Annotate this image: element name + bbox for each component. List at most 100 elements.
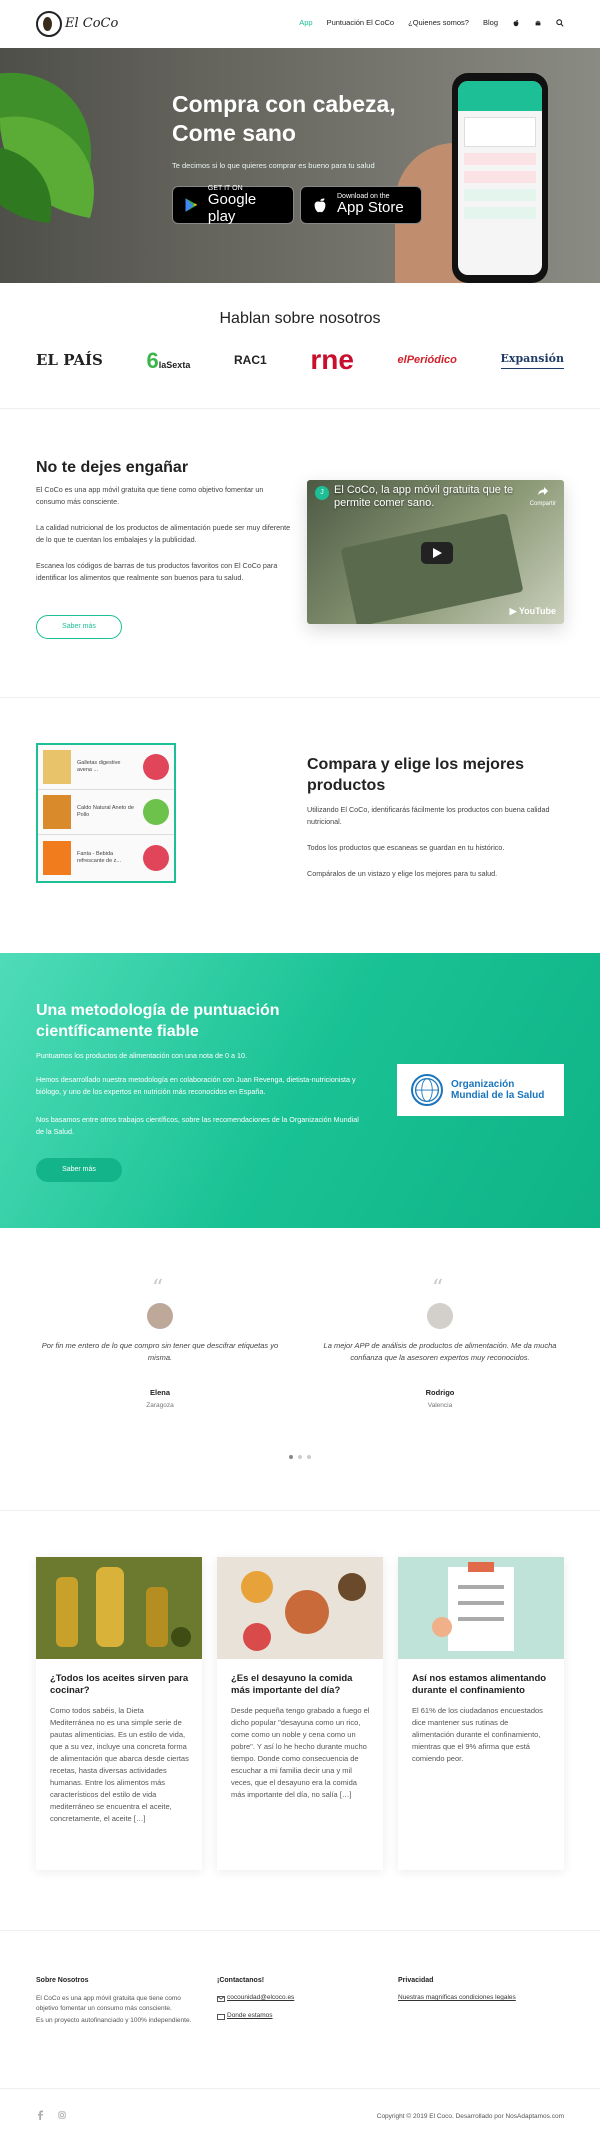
blog-card-title[interactable]: ¿Todos los aceites sirven para cocinar? — [50, 1673, 190, 1698]
phone-screen — [458, 81, 542, 275]
intro-title: No te dejes engañar — [36, 459, 189, 476]
press-logo-rne: rne — [310, 344, 354, 375]
footer-location-link[interactable]: Donde estamos — [227, 2011, 273, 2021]
blog-card-title[interactable]: Así nos estamos alimentando durante el c… — [412, 1673, 552, 1698]
share-icon — [537, 487, 548, 495]
blog-card-title[interactable]: ¿Es el desayuno la comida más importante… — [231, 1673, 371, 1698]
press-logo-elpais: EL PAÍS — [36, 350, 103, 369]
product-row: Galletas digestive avena ... — [38, 745, 174, 790]
blog-card-excerpt: Desde pequeña tengo grabado a fuego el d… — [231, 1706, 370, 1799]
testimonial-quote: La mejor APP de análisis de productos de… — [323, 1341, 557, 1362]
nav-app[interactable]: App — [299, 17, 312, 28]
breakfast-image — [217, 1557, 383, 1659]
product-image — [43, 795, 71, 829]
blog-card[interactable]: ¿Es el desayuno la comida más importante… — [217, 1557, 383, 1870]
search-icon[interactable] — [556, 18, 564, 27]
main-nav: App Puntuación El CoCo ¿Quienes somos? B… — [285, 17, 564, 28]
youtube-logo[interactable]: ▶ YouTube — [510, 605, 556, 619]
method-title: Una metodología de puntuación científica… — [36, 1002, 280, 1040]
compare-paragraph-3: Compáralos de un vistazo y elige los mej… — [307, 869, 498, 878]
apple-icon — [314, 198, 326, 213]
quote-icon: “ — [432, 1276, 444, 1301]
intro-paragraph-3: Escanea los códigos de barras de tus pro… — [36, 561, 278, 582]
footer-contact-title: ¡Contactanos! — [217, 1977, 265, 1984]
score-badge — [143, 799, 169, 825]
blog-card-excerpt: Como todos sabéis, la Dieta Mediterránea… — [50, 1706, 189, 1823]
testimonial-city: Valencia — [427, 1402, 453, 1409]
divider — [0, 408, 600, 409]
compare-screenshot: Galletas digestive avena ... Caldo Natur… — [36, 743, 176, 883]
divider — [0, 2088, 600, 2089]
apple-icon[interactable] — [512, 19, 520, 27]
carousel-dot[interactable] — [298, 1455, 302, 1459]
press-logo-expansion: Expansión — [500, 351, 564, 369]
oil-bottles-image — [36, 1557, 202, 1659]
product-row: Fanta - Bebida refrescante de z... — [38, 835, 174, 880]
avatar — [427, 1303, 453, 1329]
footer-privacy-title: Privacidad — [398, 1977, 434, 1984]
nav-puntuacion[interactable]: Puntuación El CoCo — [327, 17, 395, 28]
nav-quienes-somos[interactable]: ¿Quienes somos? — [408, 17, 469, 28]
intro-paragraph-1: El CoCo es una app móvil gratuita que ti… — [36, 485, 264, 506]
copyright: Copyright © 2019 El Coco. Desarrollado p… — [376, 2113, 564, 2120]
testimonial-quote: Por fin me entero de lo que compro sin t… — [41, 1341, 279, 1362]
compare-paragraph-2: Todos los productos que escaneas se guar… — [307, 843, 505, 852]
android-icon[interactable] — [534, 19, 542, 27]
phone-mockup — [452, 73, 548, 283]
product-image — [43, 840, 71, 875]
testimonial-name: Elena — [149, 1388, 170, 1397]
score-badge — [143, 754, 169, 780]
location-icon — [217, 2014, 225, 2020]
site-header: El CoCo App Puntuación El CoCo ¿Quienes … — [0, 0, 600, 48]
intro-saber-mas-button[interactable]: Saber más — [36, 615, 122, 639]
carousel-dot[interactable] — [289, 1455, 293, 1459]
hero-subtitle: Te decimos si lo que quieres comprar es … — [172, 161, 375, 170]
carousel-dot[interactable] — [307, 1455, 311, 1459]
footer-about-title: Sobre Nosotros — [36, 1977, 89, 1984]
facebook-icon[interactable] — [36, 2110, 44, 2120]
avatar — [147, 1303, 173, 1329]
email-icon — [217, 1996, 225, 2002]
blog-card-excerpt: El 61% de los ciudadanos encuestados dic… — [412, 1706, 543, 1763]
coco-logo-icon — [36, 11, 62, 37]
checklist-illustration — [398, 1557, 564, 1659]
press-logos: EL PAÍS 6laSexta RAC1 rne elPeriódico Ex… — [36, 342, 564, 378]
quote-icon: “ — [152, 1276, 164, 1301]
blog-card[interactable]: Así nos estamos alimentando durante el c… — [398, 1557, 564, 1870]
press-title: Hablan sobre nosotros — [219, 310, 381, 327]
product-image — [43, 750, 71, 784]
footer-about-text-2: Es un proyecto autofinanciado y 100% ind… — [36, 2017, 192, 2024]
footer-about-text: El CoCo es una app móvil gratuita que ti… — [36, 1995, 181, 2013]
divider — [0, 1510, 600, 1511]
nav-blog[interactable]: Blog — [483, 17, 498, 28]
hero-banner: Compra con cabeza, Come sano Te decimos … — [0, 48, 600, 283]
footer-email-link[interactable]: cocounidad@elcoco.es — [227, 1993, 294, 2003]
page: El CoCo App Puntuación El CoCo ¿Quienes … — [0, 0, 600, 2143]
google-play-button[interactable]: GET IT ON Google play — [172, 185, 294, 224]
youtube-video[interactable]: J El CoCo, la app móvil gratuita que te … — [307, 480, 564, 624]
google-play-icon — [185, 198, 198, 212]
hero-title: Compra con cabeza, Come sano — [172, 91, 396, 146]
instagram-icon[interactable] — [58, 2110, 66, 2120]
carousel-dots — [289, 1455, 311, 1459]
app-store-button[interactable]: Download on the App Store — [300, 186, 422, 224]
product-row: Caldo Natural Aneto de Pollo — [38, 790, 174, 835]
video-phone-image — [340, 513, 524, 624]
who-logo: Organización Mundial de la Salud — [397, 1064, 564, 1116]
method-paragraph-2: Hemos desarrollado nuestra metodología e… — [36, 1075, 356, 1096]
score-badge — [143, 844, 169, 871]
blog-card[interactable]: ¿Todos los aceites sirven para cocinar? … — [36, 1557, 202, 1870]
globe-icon — [411, 1074, 443, 1106]
footer-legal-link[interactable]: Nuestras magníficas condiciones legales — [398, 1993, 516, 2003]
leaf-decoration-icon — [0, 72, 94, 223]
divider — [0, 1930, 600, 1931]
logo[interactable]: El CoCo — [36, 11, 118, 37]
method-saber-mas-button[interactable]: Saber más — [36, 1158, 122, 1182]
video-title: El CoCo, la app móvil gratuita que te pe… — [334, 484, 514, 509]
testimonial-city: Zaragoza — [146, 1402, 174, 1409]
play-button[interactable] — [421, 542, 453, 564]
intro-paragraph-2: La calidad nutricional de los productos … — [36, 523, 291, 544]
share-button[interactable]: Compartir — [530, 486, 556, 509]
divider — [0, 697, 600, 698]
press-logo-elperiodico: elPeriódico — [397, 353, 457, 366]
